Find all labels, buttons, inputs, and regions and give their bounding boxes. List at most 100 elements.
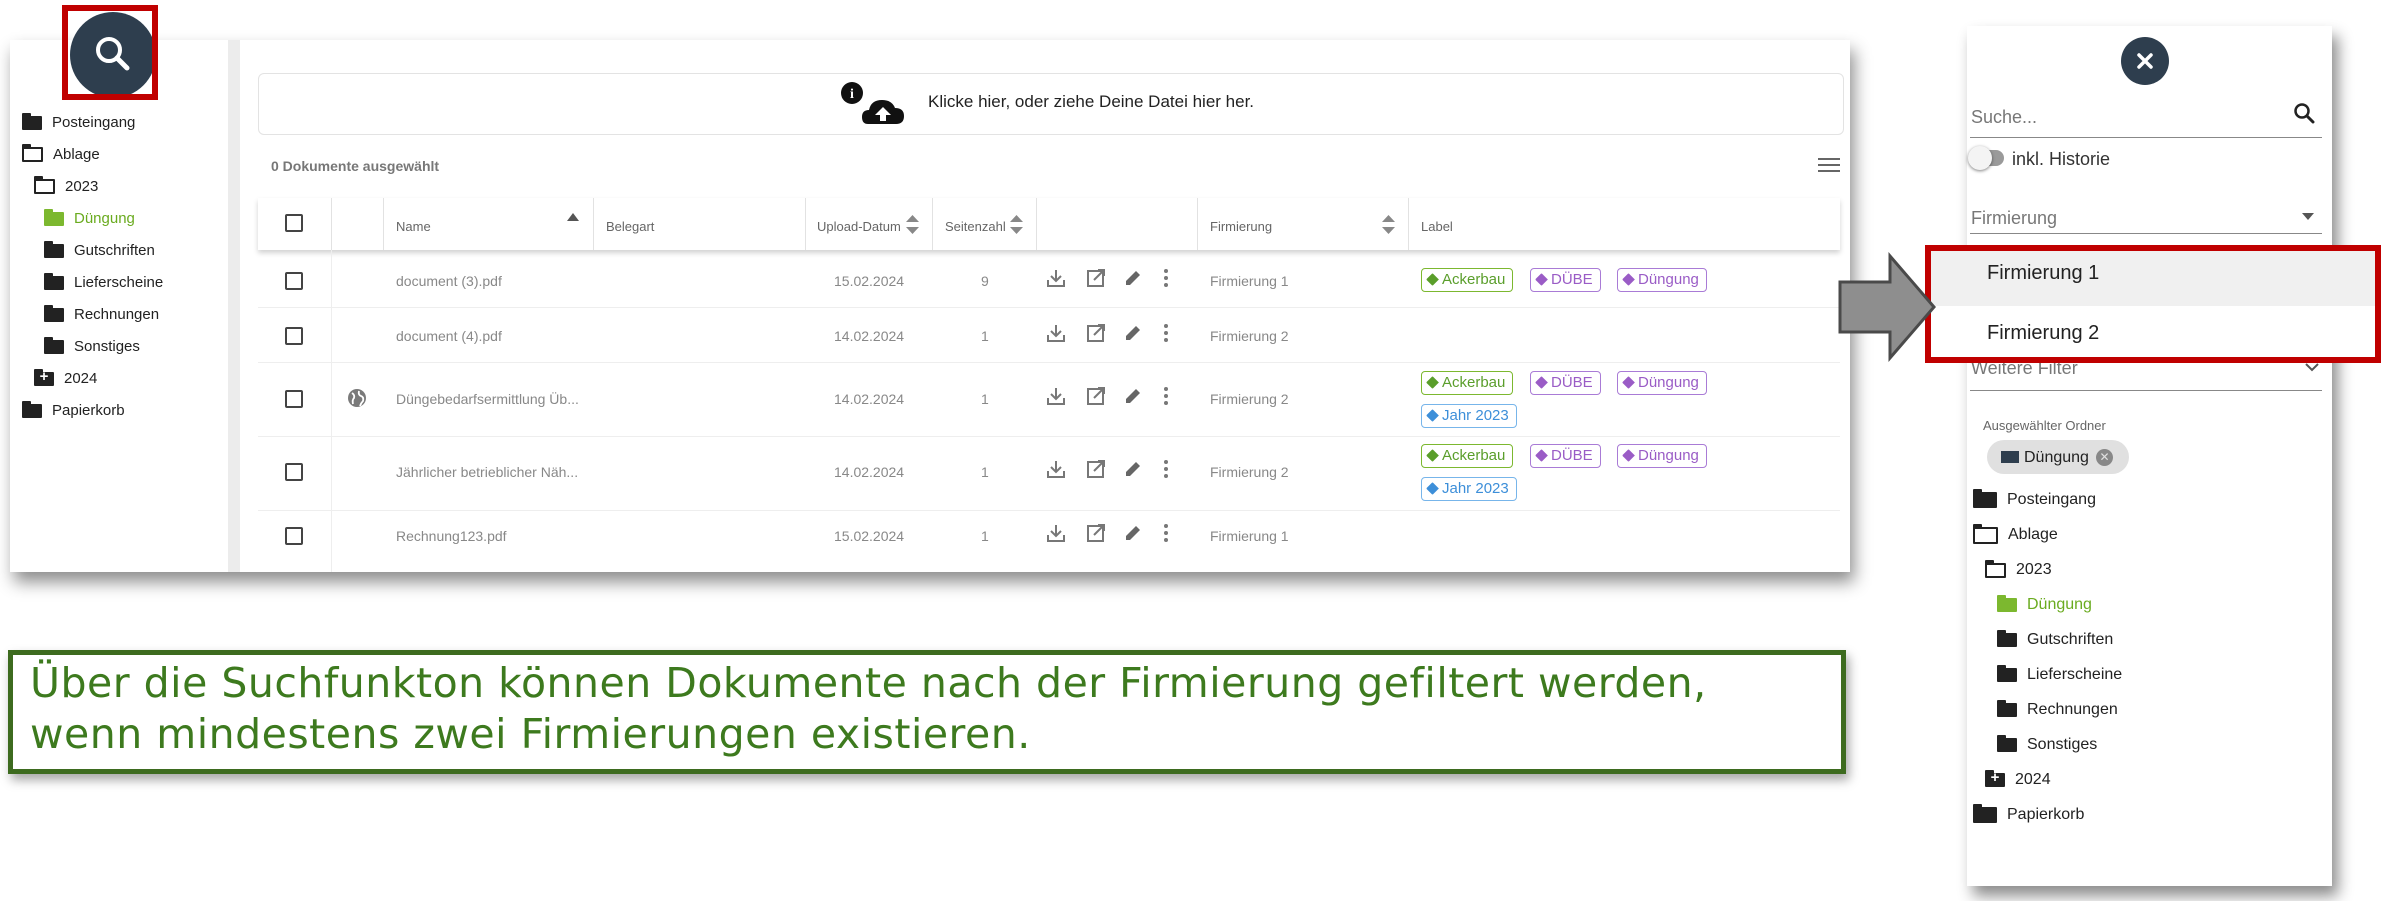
- page-count: 1: [981, 391, 989, 407]
- upload-date: 14.02.2024: [834, 391, 905, 407]
- option-firmierung-2[interactable]: Firmierung 2: [1985, 308, 2373, 358]
- folder-icon: [1997, 630, 2017, 647]
- menu-icon[interactable]: [1818, 157, 1840, 173]
- folder-icon: [22, 400, 42, 418]
- document-name[interactable]: document (4).pdf: [396, 328, 502, 344]
- folder-open-icon: [1985, 559, 2006, 578]
- sort-asc-icon[interactable]: [567, 213, 579, 221]
- sidebar-item-label: Ablage: [53, 146, 100, 163]
- search-icon[interactable]: [2293, 102, 2315, 124]
- firmierung-select[interactable]: Firmierung: [1971, 208, 2057, 229]
- sidebar-item-ablage[interactable]: Ablage: [22, 144, 100, 163]
- document-name[interactable]: document (3).pdf: [396, 273, 502, 289]
- row-checkbox[interactable]: [285, 272, 303, 290]
- row-checkbox[interactable]: [285, 463, 303, 481]
- toggle-knob[interactable]: [1968, 146, 1992, 170]
- label-tag[interactable]: DÜBE: [1530, 268, 1601, 292]
- column-header-seitenzahl[interactable]: Seitenzahl: [945, 219, 1006, 234]
- table-header: [258, 198, 1840, 250]
- column-header-upload-datum[interactable]: Upload-Datum: [817, 219, 901, 234]
- folder-open-icon: [1973, 523, 1998, 544]
- column-header-name[interactable]: Name: [396, 219, 431, 234]
- sort-icon[interactable]: [1010, 215, 1023, 234]
- sidebar-item-label: 2023: [65, 178, 99, 195]
- tree-item-lieferscheine[interactable]: Lieferscheine: [1997, 665, 2122, 684]
- folder-icon: [1997, 735, 2017, 752]
- tree-item-sonstiges[interactable]: Sonstiges: [1997, 735, 2098, 754]
- column-header-firmierung[interactable]: Firmierung: [1210, 219, 1272, 234]
- folder-icon: [44, 336, 64, 354]
- tag-icon: [1426, 481, 1439, 495]
- row-checkbox[interactable]: [285, 390, 303, 408]
- label-tag[interactable]: Ackerbau: [1421, 444, 1514, 468]
- document-name[interactable]: Düngebedarfsermittlung Üb...: [396, 391, 579, 407]
- filter-search-input[interactable]: Suche...: [1971, 107, 2037, 128]
- sidebar-item-2024[interactable]: 2024: [34, 368, 97, 387]
- firmierung-value: Firmierung 2: [1210, 464, 1289, 480]
- label-tag[interactable]: Jahr 2023: [1421, 477, 1517, 501]
- close-button[interactable]: [2121, 37, 2169, 85]
- folder-icon: [1973, 489, 1997, 508]
- tree-item-2023[interactable]: 2023: [1985, 559, 2052, 579]
- folder-sidebar: Posteingang Ablage 2023 Düngung Gutschri…: [10, 40, 228, 572]
- tree-item-papierkorb[interactable]: Papierkorb: [1973, 804, 2084, 824]
- sort-icon[interactable]: [1382, 215, 1395, 234]
- sidebar-item-2023[interactable]: 2023: [34, 176, 99, 195]
- select-underline: [1970, 233, 2322, 234]
- label-tag[interactable]: Jahr 2023: [1421, 404, 1517, 428]
- folder-icon: [1997, 665, 2017, 682]
- tag-icon: [1535, 448, 1548, 462]
- folder-plus-icon: [34, 368, 54, 386]
- tree-item-label: Sonstiges: [2027, 736, 2098, 753]
- firmierung-value: Firmierung 1: [1210, 528, 1289, 544]
- sidebar-item-lieferscheine[interactable]: Lieferscheine: [44, 272, 163, 291]
- label-tag[interactable]: Düngung: [1617, 371, 1707, 395]
- sort-icon[interactable]: [906, 215, 919, 234]
- tree-item-label: 2023: [2016, 561, 2052, 578]
- chevron-down-icon: [2305, 363, 2319, 372]
- page-count: 9: [981, 273, 989, 289]
- sidebar-item-label: Sonstiges: [74, 338, 140, 355]
- folder-icon: [44, 272, 64, 290]
- option-firmierung-1[interactable]: Firmierung 1: [1985, 248, 2373, 298]
- document-name[interactable]: Rechnung123.pdf: [396, 528, 507, 544]
- tag-icon: [1426, 375, 1439, 389]
- label-tag[interactable]: Ackerbau: [1421, 268, 1514, 292]
- row-checkbox[interactable]: [285, 527, 303, 545]
- tag-icon: [1426, 272, 1439, 286]
- row-checkbox[interactable]: [285, 327, 303, 345]
- globe-icon: [348, 389, 366, 407]
- chip-remove-icon[interactable]: ✕: [2096, 449, 2113, 466]
- sidebar-divider[interactable]: [228, 40, 240, 572]
- column-separator: [1036, 198, 1037, 250]
- column-header-belegart[interactable]: Belegart: [606, 219, 654, 234]
- history-toggle-label: inkl. Historie: [2012, 149, 2111, 169]
- sidebar-item-rechnungen[interactable]: Rechnungen: [44, 304, 159, 323]
- label-tag[interactable]: Düngung: [1617, 268, 1707, 292]
- folder-open-icon: [34, 176, 55, 194]
- document-name[interactable]: Jährlicher betrieblicher Näh...: [396, 464, 578, 480]
- tree-item-gutschriften[interactable]: Gutschriften: [1997, 630, 2113, 649]
- column-header-label[interactable]: Label: [1421, 219, 1453, 234]
- tree-item-duengung[interactable]: Düngung: [1997, 595, 2092, 614]
- select-all-checkbox[interactable]: [285, 214, 303, 232]
- tag-icon: [1622, 448, 1635, 462]
- tree-item-ablage[interactable]: Ablage: [1973, 523, 2058, 544]
- sidebar-item-posteingang[interactable]: Posteingang: [22, 112, 135, 131]
- sidebar-item-gutschriften[interactable]: Gutschriften: [44, 240, 155, 259]
- label-tag[interactable]: Ackerbau: [1421, 371, 1514, 395]
- column-separator: [932, 198, 933, 250]
- tree-item-posteingang[interactable]: Posteingang: [1973, 489, 2096, 509]
- tree-item-label: Rechnungen: [2027, 701, 2118, 718]
- sidebar-item-sonstiges[interactable]: Sonstiges: [44, 336, 140, 355]
- tree-item-rechnungen[interactable]: Rechnungen: [1997, 700, 2118, 719]
- sidebar-item-duengung[interactable]: Düngung: [44, 208, 135, 227]
- label-tag[interactable]: Düngung: [1617, 444, 1707, 468]
- tree-item-2024[interactable]: 2024: [1985, 769, 2051, 789]
- upload-instruction: Klicke hier, oder ziehe Deine Datei hier…: [928, 92, 1255, 111]
- sidebar-item-papierkorb[interactable]: Papierkorb: [22, 400, 125, 419]
- label-tag[interactable]: DÜBE: [1530, 371, 1601, 395]
- label-tag[interactable]: DÜBE: [1530, 444, 1601, 468]
- column-separator: [593, 198, 594, 250]
- column-separator: [1197, 198, 1198, 250]
